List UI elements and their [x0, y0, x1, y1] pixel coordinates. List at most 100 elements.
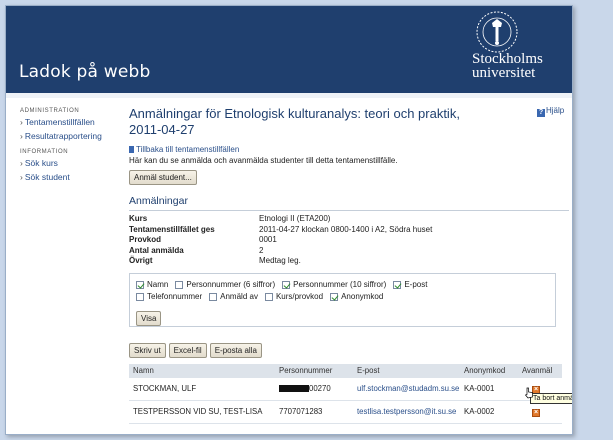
checkbox-empty-icon: [136, 292, 144, 301]
student-name: TESTPERSSON VID SU, TEST-LISA: [133, 407, 263, 416]
tooltip: Ta bort anmäld student: [530, 392, 572, 404]
checkbox-personnummer-10[interactable]: Personnummer (10 siffror): [282, 280, 386, 289]
checkbox-empty-icon: [209, 292, 218, 301]
student-email: ulf.stockman@studadm.su.se: [357, 384, 464, 393]
sidebar-heading-administration: ADMINISTRATION: [20, 108, 80, 114]
detail-row-other: Övrigt Medtag leg.: [129, 256, 569, 267]
action-toolbar: Skriv ut Excel-fil E-posta alla: [129, 342, 569, 358]
column-header-unregister: Avanmäl: [522, 366, 553, 375]
detail-row-code: Provkod 0001: [129, 235, 569, 246]
page-title: Anmälningar för Etnologisk kulturanalys:…: [129, 106, 460, 137]
checkbox-label: Personnummer (6 siffror): [186, 280, 276, 289]
checkbox-anmald-av[interactable]: Anmäld av: [209, 292, 258, 301]
unregister-cell: ×: [522, 407, 562, 417]
help-icon: ?: [537, 109, 545, 117]
sidebar-item-sok-student[interactable]: › Sök student: [20, 172, 125, 182]
checkbox-telefonnummer[interactable]: Telefonnummer: [136, 292, 202, 301]
student-anon-code: KA-0002: [464, 407, 495, 416]
print-button[interactable]: Skriv ut: [129, 342, 166, 358]
chevron-right-icon: ›: [20, 172, 23, 182]
filter-row: Telefonnummer Anmäld av Kurs/provkod Ano…: [136, 291, 549, 303]
checkbox-anonymkod[interactable]: Anonymkod: [330, 292, 383, 301]
show-button[interactable]: Visa: [136, 310, 162, 326]
detail-key: Antal anmälda: [129, 245, 184, 255]
filter-row: Namn Personnummer (6 siffror) Personnumm…: [136, 279, 549, 291]
checkbox-label: Personnummer (10 siffror): [293, 280, 387, 289]
sidebar-item-resultatrapportering[interactable]: › Resultatrapportering: [20, 131, 125, 141]
checkbox-namn[interactable]: Namn: [136, 280, 168, 289]
header-divider: [6, 93, 572, 98]
checkbox-label: Telefonnummer: [147, 292, 203, 301]
checkbox-checked-icon: [393, 280, 402, 289]
checkbox-epost[interactable]: E-post: [393, 280, 427, 289]
sidebar-item-label: Sök kurs: [24, 158, 58, 168]
detail-key: Tentamenstillfället ges: [129, 224, 215, 234]
sidebar-item-label: Resultatrapportering: [24, 131, 102, 141]
email-all-button[interactable]: E-posta alla: [209, 342, 262, 358]
detail-row-count: Antal anmälda 2: [129, 246, 569, 257]
university-seal-icon: [476, 11, 518, 53]
chevron-right-icon: ›: [20, 158, 23, 168]
email-link[interactable]: ulf.stockman@studadm.su.se: [357, 384, 459, 393]
email-link[interactable]: testlisa.testpersson@it.su.se: [357, 407, 456, 416]
checkbox-personnummer-6[interactable]: Personnummer (6 siffror): [175, 280, 275, 289]
sidebar-item-sok-kurs[interactable]: › Sök kurs: [20, 158, 125, 168]
sidebar-item-tentamenstillfallen[interactable]: › Tentamenstillfällen: [20, 117, 125, 127]
table-row: STOCKMAN, ULF 00270 ulf.stockman@studadm…: [129, 378, 572, 404]
logo-line-1: Stockholms: [472, 51, 543, 67]
excel-export-button[interactable]: Excel-fil: [168, 342, 207, 358]
exam-details: Kurs Etnologi II (ETA200) Tentamenstillfä…: [129, 214, 569, 267]
help-label: Hjälp: [546, 106, 565, 115]
checkbox-label: Kurs/provkod: [275, 292, 324, 301]
university-logo-text: Stockholms universitet: [472, 51, 572, 81]
detail-row-course: Kurs Etnologi II (ETA200): [129, 214, 569, 225]
pnr-suffix: 00270: [309, 384, 331, 393]
back-link[interactable]: Tillbaka till tentamenstillfällen: [129, 145, 569, 154]
register-student-button[interactable]: Anmäl student...: [129, 170, 197, 185]
sidebar-item-label: Tentamenstillfällen: [24, 117, 95, 127]
main-content: Anmälningar för Etnologisk kulturanalys:…: [129, 106, 572, 424]
chevron-right-icon: ›: [20, 117, 23, 127]
column-filter-panel: Namn Personnummer (6 siffror) Personnumm…: [129, 272, 556, 327]
back-link-label: Tillbaka till tentamenstillfällen: [136, 145, 240, 154]
detail-value: 0001: [259, 235, 277, 244]
site-header: Ladok på webb Stockholms universitet: [6, 6, 572, 93]
student-anon-code: KA-0001: [464, 384, 495, 393]
column-header-anon[interactable]: Anonymkod: [464, 366, 522, 375]
redaction-bar: [279, 385, 309, 392]
help-link[interactable]: ? Hjälp: [537, 106, 564, 117]
detail-value: 2011-04-27 klockan 0800-1400 i A2, Södra…: [259, 224, 433, 234]
checkbox-checked-icon: [136, 280, 144, 289]
checkbox-empty-icon: [175, 280, 184, 289]
browser-page: Ladok på webb Stockholms universitet ADM…: [5, 5, 573, 435]
app-title[interactable]: Ladok på webb: [19, 62, 151, 82]
checkbox-label: E-post: [404, 280, 428, 289]
checkbox-label: Anmäld av: [220, 292, 258, 301]
column-header-name[interactable]: Namn: [129, 366, 279, 375]
table-row: TESTPERSSON VID SU, TEST-LISA 7707071283…: [129, 401, 562, 424]
chevron-right-icon: ›: [20, 131, 23, 141]
detail-value: Medtag leg.: [259, 256, 301, 265]
table-header: Namn Personnummer E-post Anonymkod Avanm…: [129, 363, 562, 378]
checkbox-checked-icon: [282, 280, 291, 289]
sidebar-heading-information: INFORMATION: [20, 149, 69, 155]
sidebar-item-label: Sök student: [24, 172, 70, 182]
checkbox-label: Anonymkod: [341, 292, 384, 301]
detail-value: 2: [259, 245, 264, 255]
delete-icon[interactable]: ×: [532, 408, 540, 417]
detail-key: Kurs: [129, 214, 148, 223]
column-header-pnr[interactable]: Personnummer: [279, 366, 357, 375]
column-header-email[interactable]: E-post: [357, 366, 464, 375]
sidebar: ADMINISTRATION › Tentamenstillfällen › Res…: [20, 108, 125, 186]
logo-line-2: universitet: [472, 65, 536, 81]
student-name: STOCKMAN, ULF: [133, 384, 197, 393]
checkbox-empty-icon: [264, 292, 273, 301]
student-email: testlisa.testpersson@it.su.se: [357, 407, 464, 416]
divider: [129, 210, 569, 211]
back-arrow-icon: [129, 146, 134, 153]
detail-key: Övrigt: [129, 256, 153, 265]
checkbox-kurs-provkod[interactable]: Kurs/provkod: [264, 292, 324, 301]
student-pnr: 00270: [279, 384, 357, 393]
checkbox-checked-icon: [330, 292, 339, 301]
detail-key: Provkod: [129, 235, 162, 244]
